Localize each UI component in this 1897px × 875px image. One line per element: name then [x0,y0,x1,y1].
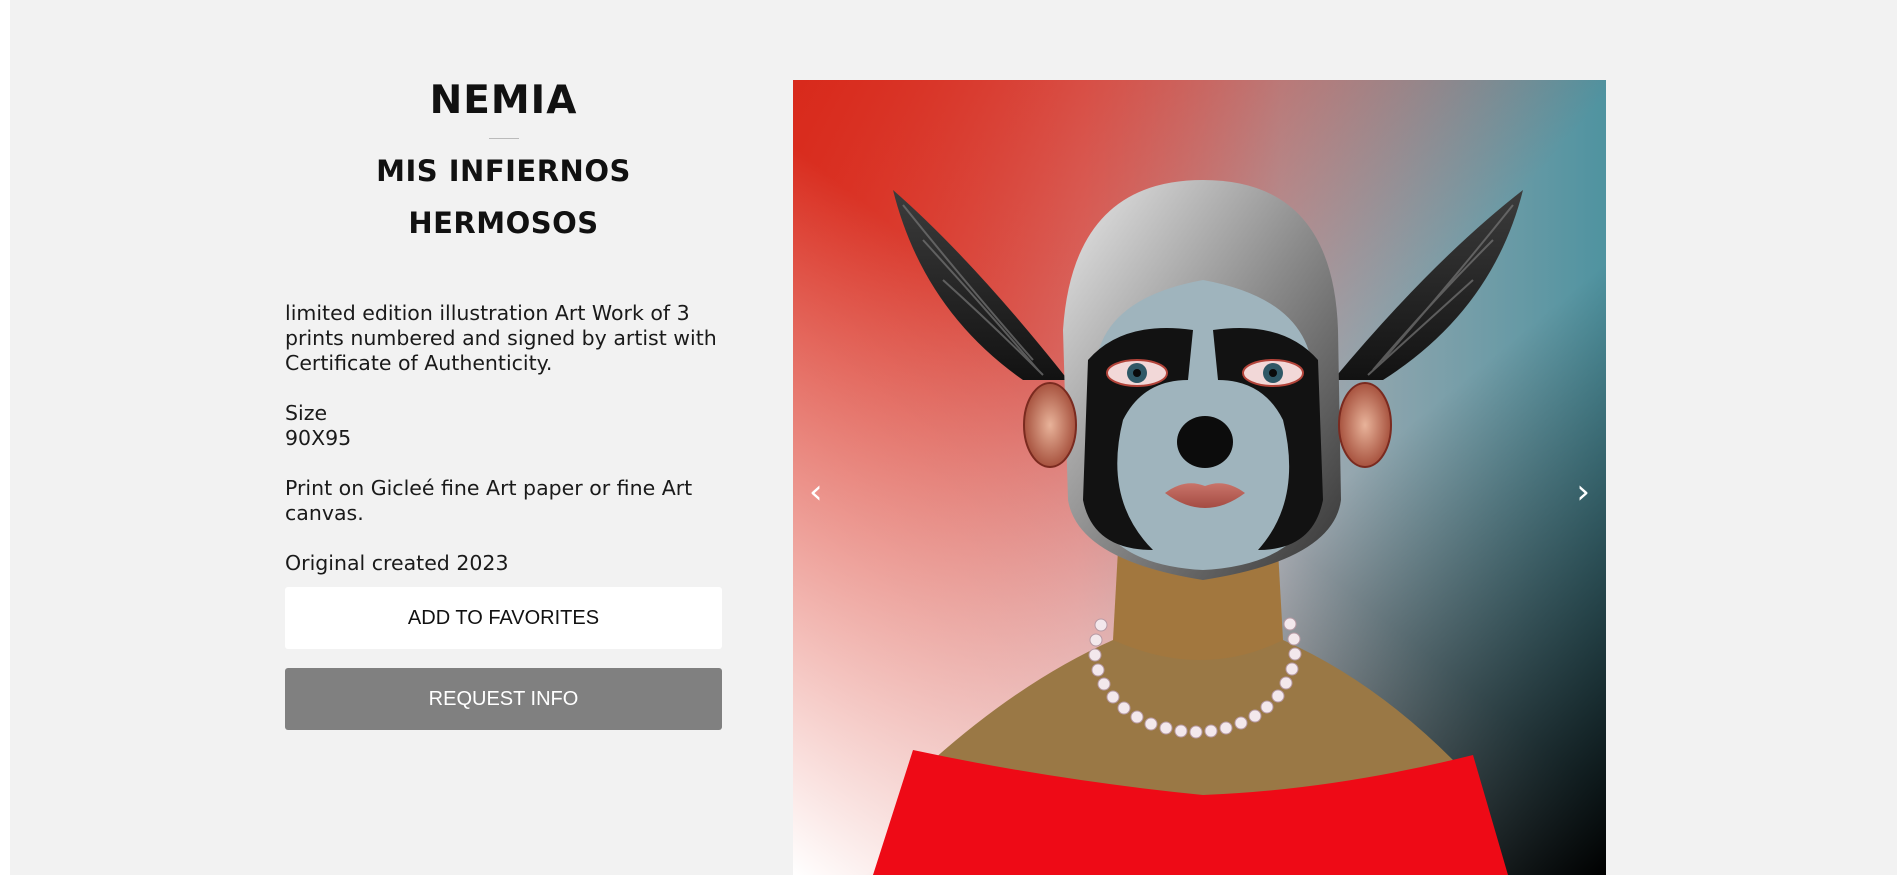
size-value: 90X95 [285,426,352,450]
add-to-favorites-button[interactable]: ADD TO FAVORITES [285,587,722,649]
artwork-info: NEMIA MIS INFIERNOS HERMOSOS limited edi… [285,70,722,730]
artwork-description: limited edition illustration Art Work of… [285,301,722,576]
artwork-gallery: ‹ › [793,80,1606,875]
artwork-title: MIS INFIERNOS HERMOSOS [376,154,631,240]
title-divider [488,138,519,139]
description-print: Print on Gicleé fine Art paper or fine A… [285,476,693,525]
description-edition: limited edition illustration Art Work of… [285,301,717,375]
request-info-button[interactable]: REQUEST INFO [285,668,722,730]
page: NEMIA MIS INFIERNOS HERMOSOS limited edi… [10,0,1897,875]
description-created: Original created 2023 [285,551,509,575]
previous-image-icon[interactable]: ‹ [809,475,823,509]
size-label: Size [285,401,328,425]
artwork-image [793,80,1606,875]
description-size: Size 90X95 [285,401,722,451]
next-image-icon[interactable]: › [1576,475,1590,509]
artist-name: NEMIA [429,78,578,123]
